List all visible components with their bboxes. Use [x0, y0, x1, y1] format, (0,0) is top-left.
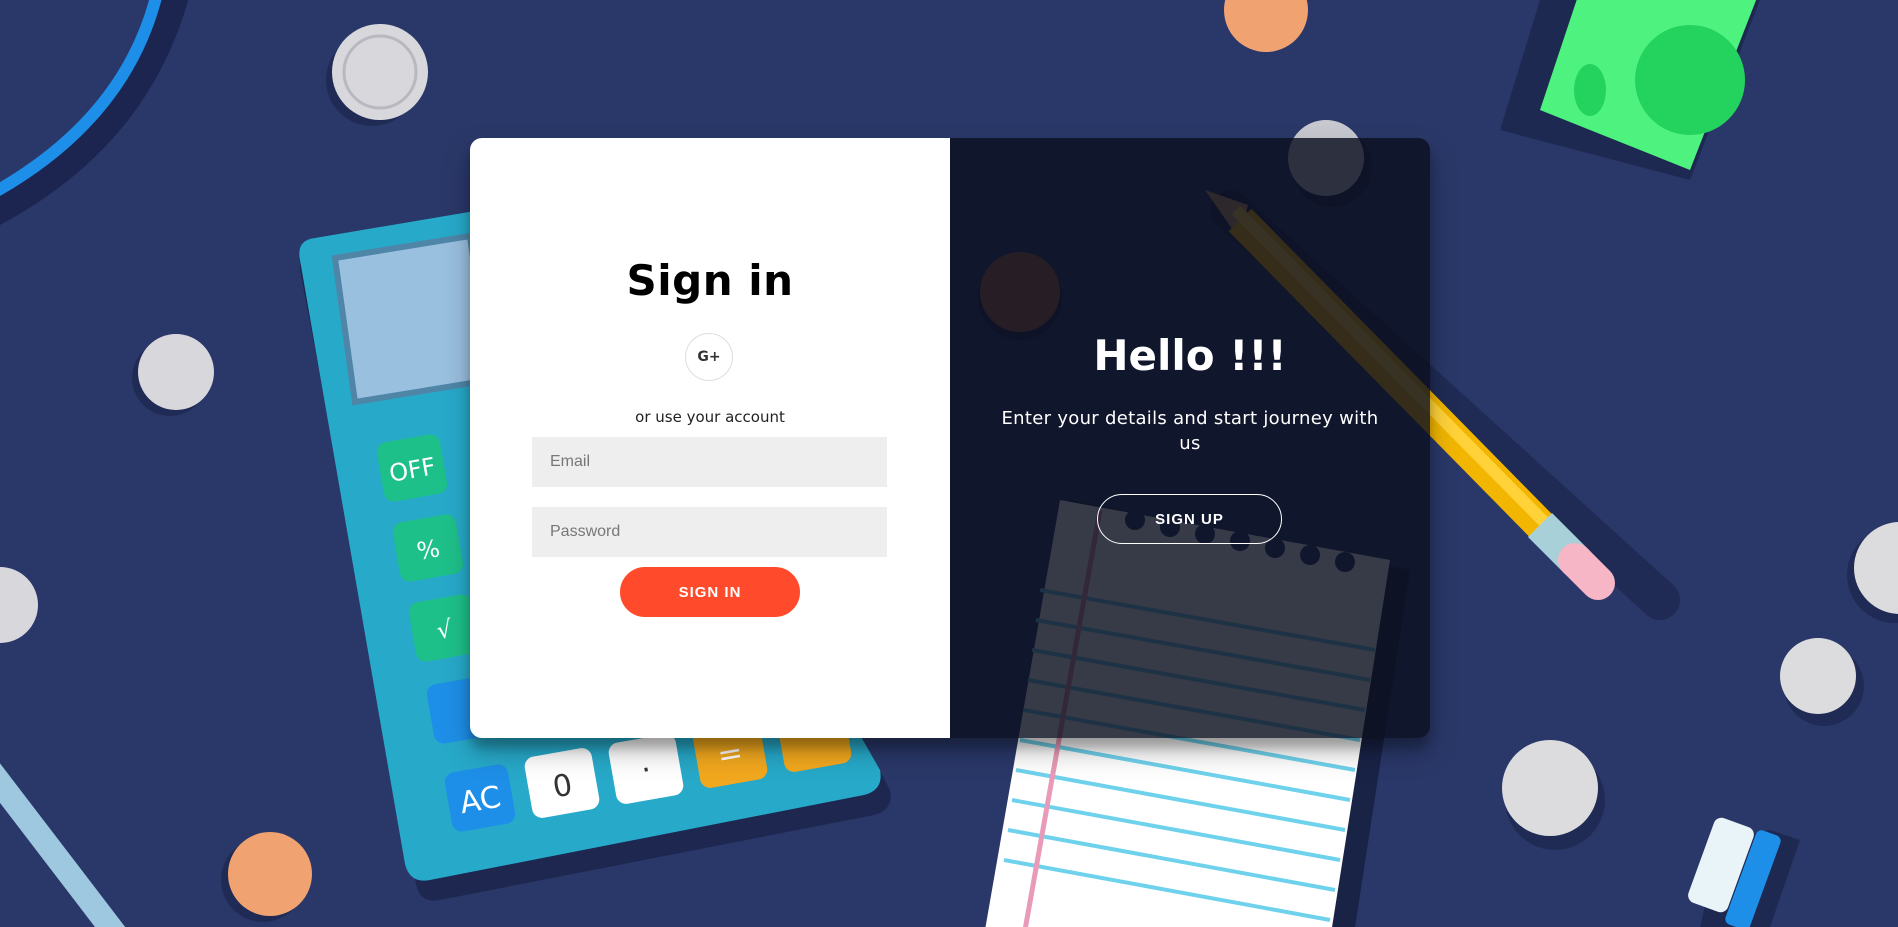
- signup-button[interactable]: SIGN UP: [1097, 494, 1282, 544]
- google-plus-button[interactable]: G+: [685, 333, 733, 381]
- arc-decoration: [0, 0, 189, 225]
- signin-title: Sign in: [626, 256, 794, 305]
- password-field[interactable]: [532, 507, 887, 557]
- signin-button[interactable]: SIGN IN: [620, 567, 800, 617]
- overlay-panel: Hello !!! Enter your details and start j…: [950, 138, 1430, 738]
- google-plus-icon: G+: [697, 349, 721, 365]
- signin-panel: Sign in G+ or use your account SIGN IN: [470, 138, 950, 738]
- overlay-title: Hello !!!: [1093, 331, 1287, 380]
- calc-key-ac: AC: [457, 780, 503, 822]
- cash-illustration: [1500, 0, 1760, 180]
- auth-card: Sign in G+ or use your account SIGN IN H…: [470, 138, 1430, 738]
- ruler-illustration: [0, 763, 126, 927]
- toothbrush-illustration: [1688, 817, 1800, 927]
- page-background: OFF % √ AC 0 · = Sign in G+ or use your …: [0, 0, 1898, 927]
- email-field[interactable]: [532, 437, 887, 487]
- use-account-text: or use your account: [635, 408, 785, 426]
- overlay-text: Enter your details and start journey wit…: [1001, 408, 1379, 454]
- calc-key-percent: %: [415, 534, 442, 566]
